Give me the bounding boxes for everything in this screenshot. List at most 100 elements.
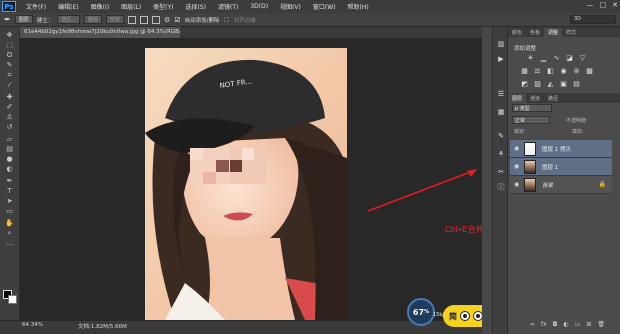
new-layer-icon[interactable]: ⊞ [586, 321, 591, 328]
shape-button[interactable]: 形状 [106, 15, 125, 24]
network-monitor-widget[interactable]: 67% [407, 298, 435, 326]
align-edges-checkbox[interactable]: ☐ [223, 16, 229, 24]
document-size[interactable]: 文档:1.82M/5.66M [78, 322, 127, 330]
menu-edit[interactable]: 编辑(E) [52, 2, 84, 11]
tab-paths[interactable]: 路径 [544, 94, 562, 103]
path-alignment-icon[interactable] [140, 15, 149, 24]
document-tab[interactable]: 61e44b02gy1fe98nhmw7j20ku0n0wa.jpg @ 64.… [20, 27, 180, 38]
layer-name[interactable]: 背景 [542, 181, 553, 189]
healing-brush-tool-icon[interactable]: ✚ [5, 94, 14, 101]
blend-mode-select[interactable]: 正常 [512, 116, 550, 124]
dodge-tool-icon[interactable]: ◐ [5, 166, 14, 173]
menu-3d[interactable]: 3D(D) [244, 3, 274, 10]
zoom-tool-icon[interactable]: ⌕ [5, 230, 14, 237]
stamp-tool-icon[interactable]: ♙ [5, 114, 14, 121]
document-photo[interactable]: NOT FR... [145, 48, 347, 320]
gradient-tool-icon[interactable]: ▤ [5, 146, 14, 153]
mask-icon[interactable]: ◘ [553, 321, 558, 328]
tab-adjustments[interactable]: 调整 [544, 28, 563, 37]
menu-select[interactable]: 选择(S) [179, 2, 212, 11]
eye-icon[interactable]: ◉ [514, 145, 521, 152]
clone-source-icon[interactable]: ⚘ [496, 149, 506, 159]
menu-file[interactable]: 文件(F) [20, 2, 52, 11]
tab-color[interactable]: 颜色 [508, 28, 526, 37]
posterize-icon[interactable]: ▨ [533, 80, 542, 89]
black-white-icon[interactable]: ◧ [546, 67, 555, 76]
close-button[interactable]: ✕ [612, 1, 618, 9]
folder-icon[interactable]: ▭ [575, 321, 581, 328]
tab-styles[interactable]: 样式 [562, 28, 580, 37]
more-tools-icon[interactable]: … [5, 240, 14, 247]
layer-name[interactable]: 图层 1 拷贝 [542, 145, 571, 153]
invert-icon[interactable]: ◩ [520, 80, 529, 89]
blur-tool-icon[interactable]: ● [5, 156, 14, 163]
pen-mode-select[interactable]: 图层 [14, 15, 33, 24]
photo-filter-icon[interactable]: ◉ [559, 67, 568, 76]
levels-icon[interactable]: ▁ [539, 54, 548, 63]
tab-swatches[interactable]: 色板 [526, 28, 544, 37]
eyedropper-tool-icon[interactable]: ⁄ [5, 82, 14, 89]
layer-kind-filter[interactable]: p 类型 [512, 104, 552, 112]
shape-tool-icon[interactable]: ▭ [5, 208, 14, 215]
layer-name[interactable]: 图层 1 [542, 163, 558, 171]
menu-layer[interactable]: 图层(L) [115, 2, 147, 11]
menu-view[interactable]: 视图(V) [274, 2, 307, 11]
background-color-swatch[interactable] [8, 295, 17, 304]
properties-panel-icon[interactable]: ☰ [496, 89, 506, 99]
menu-filter[interactable]: 滤镜(T) [212, 2, 244, 11]
layer-row[interactable]: ◉ 图层 1 [510, 158, 612, 176]
zoom-level[interactable]: 64.34% [22, 322, 43, 328]
hand-tool-icon[interactable]: ✋ [5, 220, 14, 227]
eraser-tool-icon[interactable]: ▱ [5, 136, 14, 143]
channel-mixer-icon[interactable]: ⊛ [572, 67, 581, 76]
gradient-map-icon[interactable]: ▤ [572, 80, 581, 89]
menu-type[interactable]: 类型(Y) [147, 2, 179, 11]
workspace-select[interactable]: 3D [570, 15, 616, 24]
trash-icon[interactable]: 🗑 [597, 321, 605, 328]
info-panel-icon[interactable]: ▦ [496, 107, 506, 117]
minimize-button[interactable]: — [587, 1, 594, 9]
tool-presets-icon[interactable]: ✂ [496, 167, 506, 177]
gear-icon[interactable]: ⚙ [164, 16, 170, 24]
mask-button[interactable]: 蒙版 [84, 15, 103, 24]
adjustment-icon[interactable]: ◐ [563, 321, 568, 328]
brush-presets-icon[interactable]: ✎ [496, 131, 506, 141]
crop-tool-icon[interactable]: ⌗ [5, 72, 14, 79]
selective-color-icon[interactable]: ▣ [559, 80, 568, 89]
path-arrangement-icon[interactable] [152, 15, 161, 24]
exposure-icon[interactable]: ◪ [565, 54, 574, 63]
play-actions-icon[interactable]: ▶ [496, 54, 506, 64]
color-balance-icon[interactable]: ⚖ [533, 67, 542, 76]
path-operations-icon[interactable] [128, 15, 137, 24]
link-icon[interactable]: ∞ [530, 321, 535, 328]
hue-saturation-icon[interactable]: ▦ [520, 67, 529, 76]
brush-tool-icon[interactable]: ✐ [5, 104, 14, 111]
layer-row[interactable]: ◉ 背景 🔒 [510, 176, 612, 194]
lasso-tool-icon[interactable]: ʘ [5, 52, 14, 59]
vibrance-icon[interactable]: ▽ [578, 54, 587, 63]
color-lookup-icon[interactable]: ▩ [585, 67, 594, 76]
history-panel-icon[interactable]: ▥ [496, 39, 506, 49]
curves-icon[interactable]: ∿ [552, 54, 561, 63]
path-select-tool-icon[interactable]: ➤ [5, 198, 14, 205]
auto-add-delete-checkbox[interactable]: ☑ [174, 16, 180, 24]
selection-button[interactable]: 选区... [57, 15, 81, 24]
threshold-icon[interactable]: ◭ [546, 80, 555, 89]
info-icon[interactable]: ⓘ [496, 182, 506, 192]
layer-row[interactable]: ◉ 图层 1 拷贝 [510, 140, 612, 158]
tab-channels[interactable]: 通道 [526, 94, 544, 103]
marquee-tool-icon[interactable]: ⬚ [5, 42, 14, 49]
menu-image[interactable]: 图像(I) [85, 2, 115, 11]
type-tool-icon[interactable]: T [5, 188, 14, 195]
quick-select-tool-icon[interactable]: ✎ [5, 62, 14, 69]
pen-tool-icon[interactable]: ✒ [5, 178, 14, 185]
menu-help[interactable]: 帮助(H) [342, 2, 375, 11]
brightness-icon[interactable]: ☀ [526, 54, 535, 63]
menu-window[interactable]: 窗口(W) [307, 2, 342, 11]
eye-icon[interactable]: ◉ [514, 181, 521, 188]
history-brush-tool-icon[interactable]: ↺ [5, 124, 14, 131]
maximize-button[interactable]: □ [600, 1, 607, 9]
eye-icon[interactable]: ◉ [514, 163, 521, 170]
tab-layers[interactable]: 图层 [508, 94, 527, 103]
move-tool-icon[interactable]: ✥ [5, 32, 14, 39]
